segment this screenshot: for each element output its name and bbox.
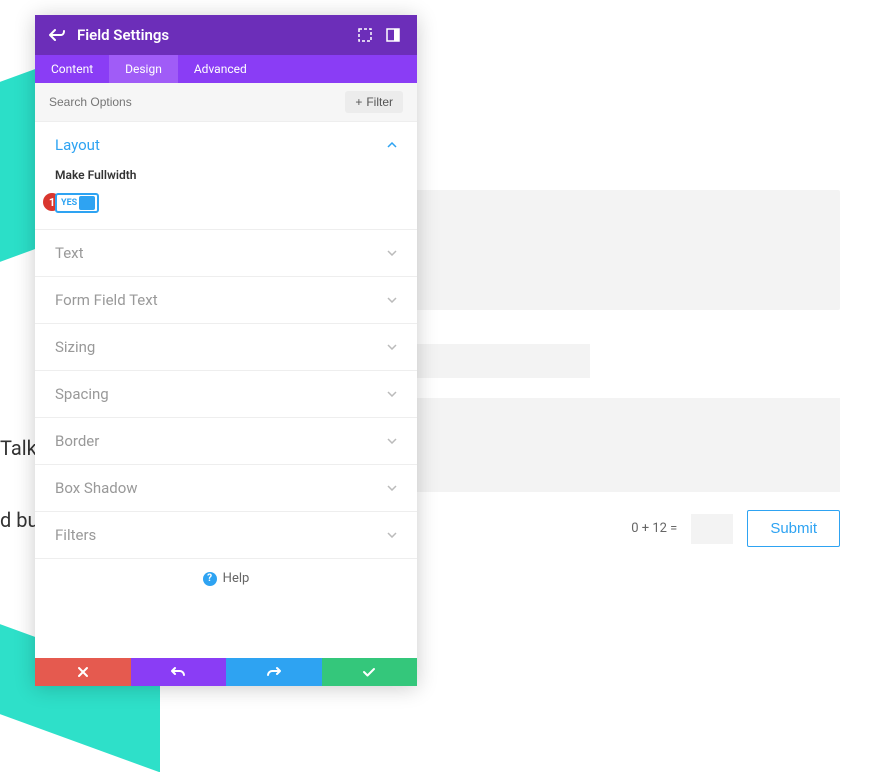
chevron-down-icon	[387, 391, 397, 397]
section-spacing-label: Spacing	[55, 385, 109, 403]
page-text-talk: Talk	[0, 436, 37, 460]
filter-button[interactable]: + Filter	[345, 91, 403, 113]
field-settings-panel: Field Settings Content Design Advanced +…	[35, 15, 417, 686]
toggle-knob	[79, 196, 95, 210]
help-label: Help	[223, 571, 250, 586]
section-filters-label: Filters	[55, 526, 96, 544]
chevron-down-icon	[387, 344, 397, 350]
section-layout-content: Make Fullwidth 1 YES	[35, 168, 417, 229]
search-input[interactable]	[49, 95, 345, 109]
expand-icon[interactable]	[355, 25, 375, 45]
toggle-text: YES	[61, 198, 77, 208]
panel-title: Field Settings	[77, 26, 347, 44]
section-box-shadow-head[interactable]: Box Shadow	[35, 465, 417, 511]
section-form-field-text-label: Form Field Text	[55, 291, 158, 309]
section-filters-head[interactable]: Filters	[35, 512, 417, 558]
section-filters: Filters	[35, 512, 417, 559]
close-icon	[77, 666, 89, 678]
section-border: Border	[35, 418, 417, 465]
help-row[interactable]: ? Help	[35, 559, 417, 598]
tab-design[interactable]: Design	[109, 55, 178, 83]
filter-label: Filter	[366, 95, 393, 109]
section-border-label: Border	[55, 432, 99, 450]
panel-header: Field Settings	[35, 15, 417, 55]
section-layout-head[interactable]: Layout	[35, 122, 417, 168]
captcha-label: 0 + 12 =	[631, 521, 677, 536]
chevron-down-icon	[387, 250, 397, 256]
confirm-button[interactable]	[322, 658, 418, 686]
section-layout: Layout Make Fullwidth 1 YES	[35, 122, 417, 230]
section-box-shadow-label: Box Shadow	[55, 479, 138, 497]
redo-button[interactable]	[226, 658, 322, 686]
section-spacing: Spacing	[35, 371, 417, 418]
undo-icon	[171, 666, 185, 678]
section-text-label: Text	[55, 244, 84, 262]
panel-footer	[35, 658, 417, 686]
section-spacing-head[interactable]: Spacing	[35, 371, 417, 417]
section-box-shadow: Box Shadow	[35, 465, 417, 512]
section-border-head[interactable]: Border	[35, 418, 417, 464]
panel-search-bar: + Filter	[35, 83, 417, 122]
section-text-head[interactable]: Text	[35, 230, 417, 276]
section-text: Text	[35, 230, 417, 277]
chevron-up-icon	[387, 142, 397, 148]
submit-button[interactable]: Submit	[747, 510, 840, 547]
panel-body: Layout Make Fullwidth 1 YES Text	[35, 122, 417, 658]
cancel-button[interactable]	[35, 658, 131, 686]
dock-icon[interactable]	[383, 25, 403, 45]
tab-advanced[interactable]: Advanced	[178, 55, 263, 83]
chevron-down-icon	[387, 297, 397, 303]
tab-content[interactable]: Content	[35, 55, 109, 83]
panel-tabs: Content Design Advanced	[35, 55, 417, 83]
section-sizing-label: Sizing	[55, 338, 95, 356]
redo-icon	[267, 666, 281, 678]
check-icon	[362, 667, 376, 677]
make-fullwidth-toggle[interactable]: YES	[55, 193, 99, 213]
plus-icon: +	[355, 95, 362, 109]
chevron-down-icon	[387, 532, 397, 538]
chevron-down-icon	[387, 438, 397, 444]
captcha-input[interactable]	[691, 514, 733, 544]
make-fullwidth-label: Make Fullwidth	[55, 168, 397, 182]
section-form-field-text-head[interactable]: Form Field Text	[35, 277, 417, 323]
section-sizing-head[interactable]: Sizing	[35, 324, 417, 370]
section-layout-label: Layout	[55, 136, 100, 154]
help-icon: ?	[203, 572, 217, 586]
chevron-down-icon	[387, 485, 397, 491]
section-sizing: Sizing	[35, 324, 417, 371]
back-icon[interactable]	[49, 28, 65, 42]
undo-button[interactable]	[131, 658, 227, 686]
section-form-field-text: Form Field Text	[35, 277, 417, 324]
